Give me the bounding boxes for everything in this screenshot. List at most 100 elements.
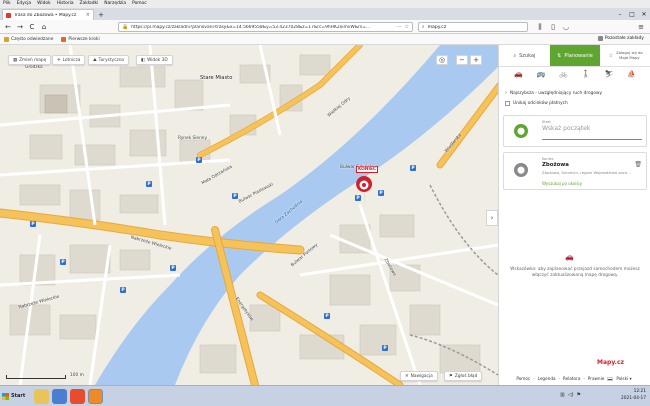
parking-icon[interactable]: P — [196, 157, 202, 163]
start-card[interactable]: ⬤ Start Wskaż początek — [503, 115, 647, 147]
avoid-tolls-option[interactable]: Unikaj odcinków płatnych — [505, 101, 568, 106]
url-bar[interactable]: 🔒 https://pl.mapy.cz/zakladni?planovani-… — [118, 22, 413, 32]
minimize-icon[interactable]: – — [614, 8, 626, 20]
url-text: https://pl.mapy.cz/zakladni?planovani-tr… — [131, 24, 371, 30]
zoom-out-button[interactable]: − — [456, 55, 468, 65]
map-scale-label: 100 m — [70, 373, 84, 378]
end-name: Zbożowa — [542, 162, 569, 168]
menu-help[interactable]: Pomoc — [132, 0, 147, 8]
file-explorer-icon[interactable] — [34, 389, 49, 404]
footer-report[interactable]: Relatora — [563, 376, 581, 381]
tab-my-maps[interactable]: ☆ Zaloguj się do Moje Mapy — [600, 45, 650, 66]
navigation-button[interactable]: ✕ Nawigacja — [400, 371, 438, 381]
tab-close-icon[interactable]: × — [86, 12, 90, 18]
change-map-button[interactable]: ▦ Zmień mapę — [8, 55, 52, 65]
flag-icon: ⚑ — [449, 373, 453, 379]
ski-icon[interactable]: ⛷ — [604, 70, 613, 78]
end-card[interactable]: ⬤ Koniec Zbożowa Zbożowa, Szczecin, regi… — [503, 152, 647, 190]
menu-view[interactable]: Widok — [37, 0, 50, 8]
home-icon[interactable]: ⌂ — [39, 22, 49, 32]
search-nearby-link[interactable]: Wyszukaj po okolicy — [542, 181, 582, 186]
footer-legal[interactable]: Prawnie — [588, 376, 605, 381]
bookmark-star-icon[interactable]: ☆ — [405, 24, 409, 30]
reload-icon[interactable]: C — [27, 22, 37, 32]
new-tab-button[interactable]: + — [96, 9, 106, 20]
page-actions-icon[interactable]: ··· — [397, 24, 402, 30]
parking-icon[interactable]: P — [378, 190, 384, 196]
transport-modes: 🚗 🚌 🚲 🚶 ⛷ ⛵ — [499, 67, 650, 81]
back-icon[interactable]: ← — [3, 22, 13, 32]
clock[interactable]: 12:21 2021-04-17 — [621, 388, 646, 402]
parking-icon[interactable]: P — [170, 265, 176, 271]
view-3d-button[interactable]: ◧ Widok 3D — [136, 55, 173, 65]
volume-icon[interactable]: ◁) — [568, 392, 574, 398]
search-value: mapy.cz — [427, 24, 447, 30]
aerial-map-button[interactable]: ✈ Lotnicza — [52, 55, 86, 65]
footer-legend[interactable]: Legenda — [538, 376, 556, 381]
boat-icon[interactable]: ⛵ — [627, 70, 636, 78]
language-select[interactable]: Polski ▾ — [616, 376, 631, 381]
library-icon[interactable]: ⫼ — [535, 22, 545, 32]
parking-icon[interactable]: P — [382, 345, 388, 351]
menu-history[interactable]: Historia — [57, 0, 74, 8]
zoom-in-button[interactable]: + — [470, 55, 482, 65]
chevron-right-icon: › — [505, 90, 507, 96]
flag-icon[interactable]: ⚑ — [577, 392, 581, 398]
sidebar-icon[interactable]: ▯ — [548, 22, 558, 32]
menu-file[interactable]: Plik — [3, 0, 11, 8]
avoid-tolls-checkbox[interactable] — [505, 101, 510, 106]
bookmark-most-visited[interactable]: Często odwiedzane — [4, 36, 53, 42]
map-svg — [0, 45, 498, 385]
tourist-map-button[interactable]: ⛰ Turystyczna — [88, 55, 130, 65]
bike-icon[interactable]: 🚲 — [559, 70, 568, 78]
report-error-button[interactable]: ⚑ Zgłoś błąd — [444, 371, 483, 381]
tab-title: Trasa do Zbożowa • Mapy.cz — [14, 12, 77, 18]
route-type-option[interactable]: › Najszybsza - uwzględniający ruch drogo… — [505, 90, 602, 96]
firefox-icon — [61, 36, 67, 42]
parking-icon[interactable]: P — [120, 287, 126, 293]
firefox-taskbar-icon[interactable] — [88, 389, 103, 404]
menu-hamburger-icon[interactable]: ≡ — [636, 22, 646, 32]
opera-icon[interactable] — [70, 389, 85, 404]
maximize-icon[interactable]: □ — [626, 8, 638, 20]
car-hint-icon: 🚗 — [565, 253, 574, 261]
tab-planning[interactable]: ⇅ Planowanie — [549, 45, 601, 66]
parking-icon[interactable]: P — [355, 195, 361, 201]
end-detail: Zbożowa, Szczecin, region Wojewdztwo zac… — [542, 170, 631, 175]
bookmark-other[interactable]: Pozostałe zakłady — [597, 36, 644, 41]
parking-icon[interactable]: P — [324, 313, 330, 319]
menu-tools[interactable]: Narzędzia — [104, 0, 126, 8]
trash-icon[interactable]: 🗑 — [634, 161, 642, 168]
map-canvas[interactable]: Stare Miasto Rynek Sienny Mała Odrzańska… — [0, 45, 498, 385]
start-button[interactable]: Start — [2, 389, 30, 403]
parking-icon[interactable]: P — [30, 221, 36, 227]
ie-icon[interactable] — [52, 389, 67, 404]
parking-icon[interactable]: P — [60, 259, 66, 265]
network-icon[interactable]: ▥ — [560, 392, 565, 398]
close-window-icon[interactable]: ✕ — [638, 8, 650, 20]
footer-help[interactable]: Pomoc — [516, 376, 530, 381]
label-grodzka: Grodzka — [25, 65, 43, 70]
route-icon: ⇅ — [557, 52, 562, 59]
collapse-panel-button[interactable]: › — [486, 210, 498, 226]
pocket-icon[interactable]: ◡ — [561, 22, 571, 32]
bus-icon[interactable]: 🚌 — [537, 70, 546, 78]
search-icon: ⌕ — [513, 52, 517, 59]
bookmark-getting-started[interactable]: Pierwsze kroki — [61, 36, 100, 42]
search-bar[interactable]: ⌕ mapy.cz — [418, 22, 528, 32]
tab-bar: Trasa do Zbożowa • Mapy.cz × + — [0, 8, 650, 20]
label-old-town: Stare Miasto — [200, 75, 233, 81]
parking-icon[interactable]: P — [410, 165, 416, 171]
tab-search[interactable]: ⌕ Szukaj — [499, 45, 550, 66]
bookmarks-bar: Często odwiedzane Pierwsze kroki — [0, 34, 650, 45]
locate-me-button[interactable]: ◎ — [436, 55, 448, 65]
parking-icon[interactable]: P — [232, 193, 238, 199]
parking-icon[interactable]: P — [146, 181, 152, 187]
car-icon[interactable]: 🚗 — [514, 70, 523, 78]
browser-tab[interactable]: Trasa do Zbożowa • Mapy.cz × — [2, 9, 94, 20]
walk-icon[interactable]: 🚶 — [582, 70, 591, 78]
menu-bookmarks[interactable]: Zakładki — [80, 0, 99, 8]
start-input[interactable]: Wskaż początek — [542, 125, 590, 132]
forward-icon[interactable]: → — [15, 22, 25, 32]
menu-edit[interactable]: Edycja — [17, 0, 31, 8]
